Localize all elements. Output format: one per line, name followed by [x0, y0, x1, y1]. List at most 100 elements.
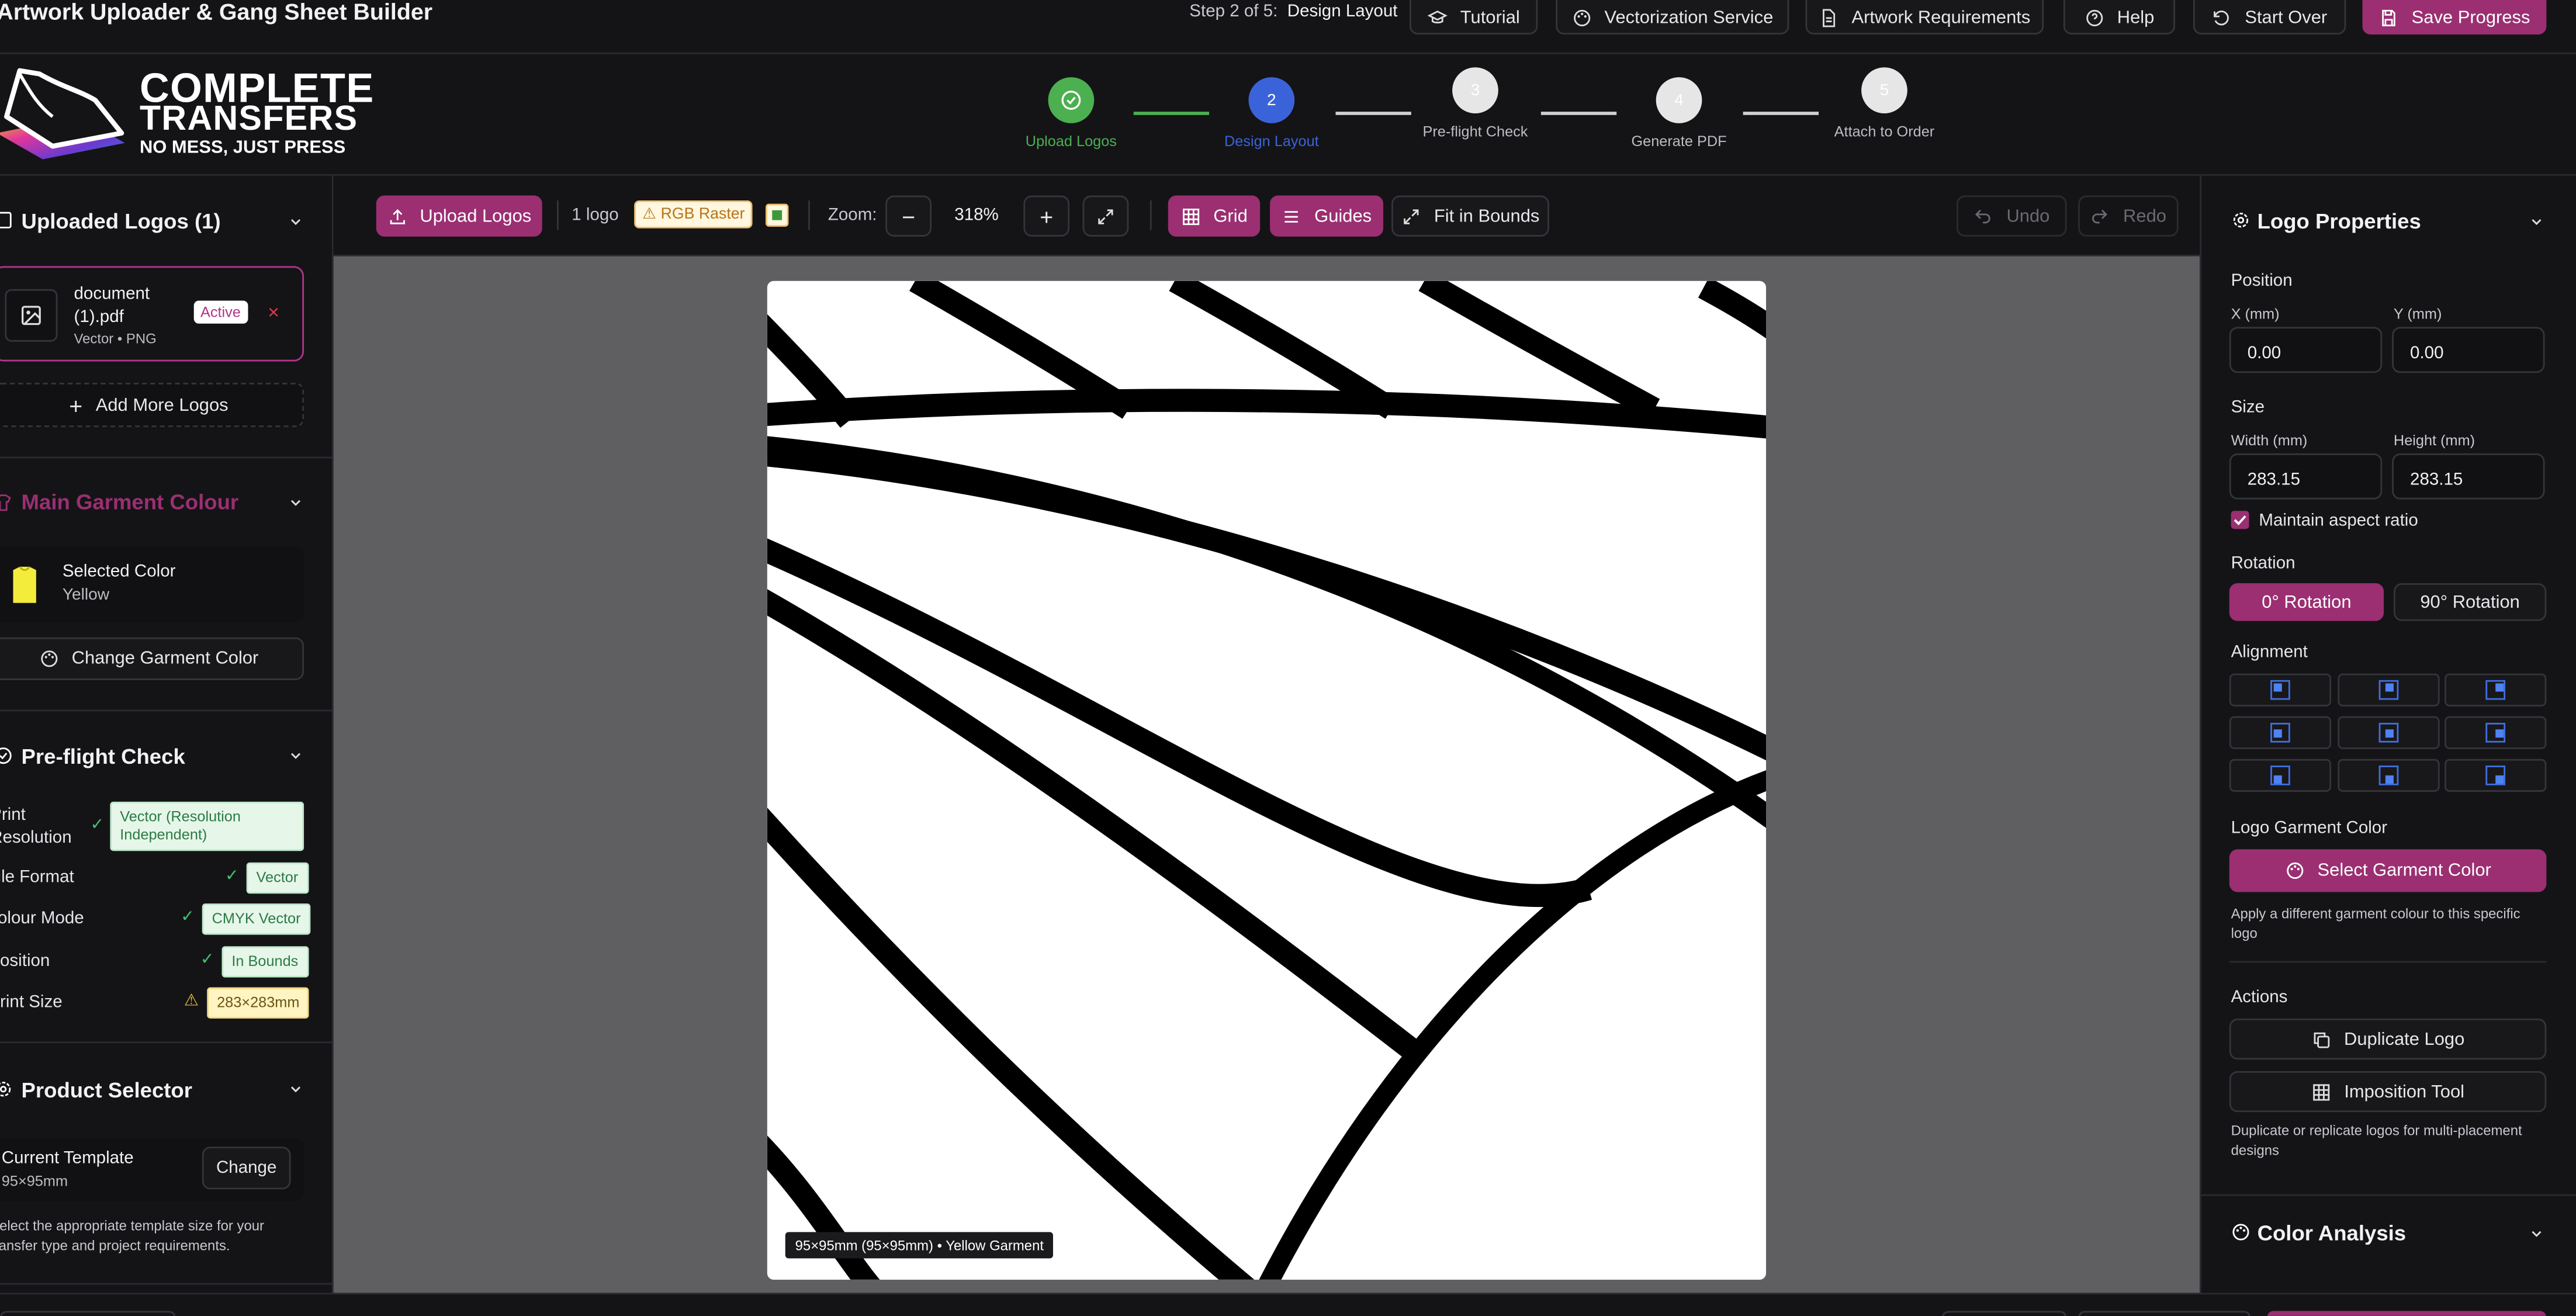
align-center-button[interactable]	[2338, 716, 2440, 749]
grid-icon	[2312, 1083, 2330, 1100]
height-input[interactable]: 283.15	[2392, 453, 2545, 500]
warning-icon: ⚠	[183, 992, 199, 1010]
chevron-down-icon[interactable]	[288, 494, 304, 511]
active-badge: Active	[193, 300, 248, 324]
step-4-pending[interactable]: 4	[1656, 77, 1702, 123]
rgb-raster-label: RGB Raster	[660, 205, 745, 224]
y-position-input[interactable]: 0.00	[2392, 327, 2545, 373]
step-5-pending[interactable]: 5	[1861, 67, 1907, 113]
x-position-input[interactable]: 0.00	[2229, 327, 2383, 373]
divider	[0, 709, 334, 712]
divider	[2201, 1194, 2576, 1196]
chevron-down-icon[interactable]	[2528, 213, 2544, 230]
check-icon	[2234, 515, 2246, 525]
rotation-90-button[interactable]: 90° Rotation	[2393, 583, 2547, 621]
bottom-secondary-button[interactable]	[1941, 1311, 2067, 1316]
add-more-logos-button[interactable]: + Add More Logos	[0, 383, 304, 427]
zoom-in-button[interactable]: +	[1023, 195, 1070, 237]
step-1-done[interactable]	[1048, 77, 1095, 123]
step-5-number: 5	[1879, 81, 1889, 100]
undo-button[interactable]: Undo	[1957, 195, 2067, 237]
align-bottom-left-button[interactable]	[2229, 759, 2332, 792]
artboard[interactable]: 95×95mm (95×95mm) • Yellow Garment	[767, 280, 1767, 1280]
logo-file-meta: Vector • PNG	[74, 330, 157, 347]
plus-icon: +	[1040, 203, 1054, 230]
save-progress-button[interactable]: Save Progress	[2362, 0, 2547, 35]
bottom-secondary-button[interactable]	[2078, 1311, 2251, 1316]
select-garment-color-button[interactable]: Select Garment Color	[2229, 849, 2547, 892]
chevron-down-icon[interactable]	[2528, 1225, 2544, 1242]
y-label: Y (mm)	[2393, 305, 2442, 322]
actions-help: Duplicate or replicate logos for multi-p…	[2231, 1122, 2522, 1158]
change-garment-color-button[interactable]: Change Garment Color	[0, 637, 304, 680]
current-template-value: 95×95mm	[1, 1173, 68, 1190]
selected-color-card: Selected Color Yellow	[0, 547, 304, 623]
align-bottom-right-button[interactable]	[2445, 759, 2547, 792]
divider	[0, 456, 334, 459]
divider	[0, 1041, 334, 1044]
preflight-row-badge: Vector (Resolution Independent)	[110, 801, 304, 851]
change-template-button[interactable]: Change	[202, 1147, 291, 1190]
maintain-aspect-checkbox[interactable]	[2231, 511, 2249, 529]
step-connector-2	[1335, 112, 1411, 115]
left-sidebar: Uploaded Logos (1) document (1).pdf Vect…	[0, 175, 334, 1293]
check-circle-icon	[0, 747, 12, 764]
logo-garment-color-title: Logo Garment Color	[2231, 818, 2388, 838]
palette-icon	[2286, 862, 2303, 879]
brand-name-line2: TRANSFERS	[139, 100, 358, 138]
rotation-0-button[interactable]: 0° Rotation	[2229, 583, 2384, 621]
align-top-right-button[interactable]	[2445, 673, 2547, 707]
brand-logo-mark	[0, 67, 128, 162]
step-3-pending[interactable]: 3	[1452, 67, 1498, 113]
tutorial-button[interactable]: Tutorial	[1410, 0, 1538, 35]
graduation-cap-icon	[1427, 9, 1448, 23]
help-button[interactable]: Help	[2063, 0, 2176, 35]
remove-logo-button[interactable]: ×	[268, 300, 279, 323]
chevron-down-icon[interactable]	[288, 1081, 304, 1097]
step-2-active[interactable]: 2	[1248, 77, 1295, 123]
gear-icon	[2233, 213, 2249, 228]
divider	[0, 1283, 334, 1285]
imposition-tool-button[interactable]: Imposition Tool	[2229, 1071, 2547, 1113]
design-canvas-area[interactable]: 95×95mm (95×95mm) • Yellow Garment	[333, 256, 2200, 1293]
chevron-down-icon[interactable]	[288, 213, 304, 230]
check-icon: ✓	[181, 908, 195, 927]
toolbar-separator	[1149, 200, 1152, 230]
logo-count: 1 logo	[572, 205, 619, 226]
logo-artwork[interactable]	[767, 280, 1767, 1280]
align-bottom-center-button[interactable]	[2338, 759, 2440, 792]
chevron-down-icon[interactable]	[288, 747, 304, 764]
color-mode-icon[interactable]	[766, 203, 789, 227]
tutorial-label: Tutorial	[1460, 7, 1520, 27]
image-icon	[22, 306, 41, 325]
bottom-action-bar	[0, 1293, 2576, 1316]
shirt-icon	[0, 494, 11, 511]
start-over-button[interactable]: Start Over	[2193, 0, 2346, 35]
vectorization-label: Vectorization Service	[1604, 7, 1774, 27]
align-top-left-button[interactable]	[2229, 673, 2332, 707]
vectorization-service-button[interactable]: Vectorization Service	[1556, 0, 1789, 35]
width-input[interactable]: 283.15	[2229, 453, 2383, 500]
zoom-out-button[interactable]: −	[885, 195, 932, 237]
duplicate-logo-button[interactable]: Duplicate Logo	[2229, 1018, 2547, 1060]
upload-logos-label: Upload Logos	[420, 206, 532, 226]
artwork-requirements-button[interactable]: Artwork Requirements	[1805, 0, 2044, 35]
grid-toggle-button[interactable]: Grid	[1168, 195, 1261, 237]
product-selector-title: Product Selector	[21, 1078, 192, 1103]
guides-toggle-button[interactable]: Guides	[1270, 195, 1384, 237]
uploaded-logo-card[interactable]: document (1).pdf Vector • PNG Active ×	[0, 266, 304, 362]
redo-icon	[2093, 209, 2108, 223]
fit-in-bounds-button[interactable]: Fit in Bounds	[1391, 195, 1549, 237]
size-title: Size	[2231, 397, 2265, 418]
minus-icon: −	[902, 203, 916, 230]
bottom-continue-button[interactable]	[2267, 1311, 2547, 1316]
upload-logos-button[interactable]: Upload Logos	[376, 195, 542, 237]
align-middle-left-button[interactable]	[2229, 716, 2332, 749]
upload-icon	[389, 208, 404, 224]
align-middle-right-button[interactable]	[2445, 716, 2547, 749]
bottom-back-button[interactable]	[0, 1311, 176, 1316]
align-top-center-button[interactable]	[2338, 673, 2440, 707]
selected-color-label: Selected Color	[62, 562, 176, 582]
redo-button[interactable]: Redo	[2078, 195, 2179, 237]
fit-screen-button[interactable]	[1082, 195, 1129, 237]
